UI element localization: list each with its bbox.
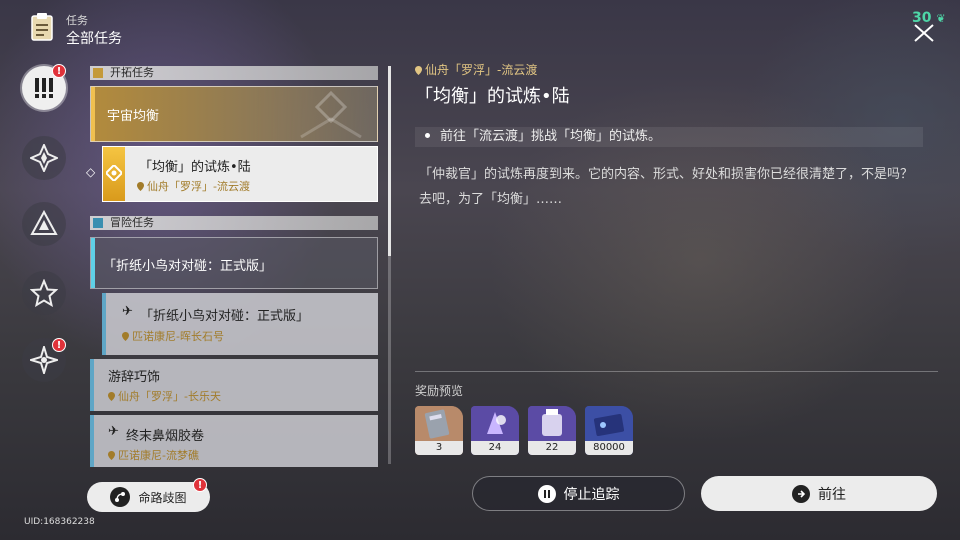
category-all-tab[interactable]: ! bbox=[22, 64, 66, 110]
fate-map-label: 命路歧图 bbox=[138, 490, 187, 505]
quest-title: 「均衡」的试炼•陆 bbox=[139, 160, 251, 175]
paper-bird-icon: ✈ bbox=[108, 424, 119, 439]
location-pin-icon bbox=[122, 332, 129, 341]
purple-crystal-material-icon bbox=[471, 406, 519, 441]
quest-location-label: 仙舟「罗浮」-长乐天 bbox=[118, 390, 221, 403]
go-label: 前往 bbox=[818, 486, 846, 503]
reward-quantity: 3 bbox=[415, 441, 463, 455]
reward-item[interactable]: 3 bbox=[415, 406, 463, 455]
quest-item-final-snuff-film[interactable]: ✈ 终末鼻烟胶卷 匹诺康尼-流梦礁 bbox=[90, 415, 378, 467]
quest-accent-bar bbox=[91, 87, 95, 141]
reward-item[interactable]: 80000 bbox=[585, 406, 633, 455]
purple-ingot-material-icon bbox=[528, 406, 576, 441]
close-icon[interactable] bbox=[912, 24, 936, 42]
detail-description: 「仲裁官」的试炼再度到来。它的内容、形式、好处和损害你已经很清楚了，不是吗？去吧… bbox=[419, 167, 914, 207]
equilibrium-emblem-icon bbox=[300, 90, 362, 139]
reward-item[interactable]: 24 bbox=[471, 406, 519, 455]
trailblaze-section-icon bbox=[93, 68, 103, 78]
objective-text: 前往「流云渡」挑战「均衡」的试炼。 bbox=[440, 129, 662, 144]
trailblaze-compass-icon bbox=[30, 144, 58, 172]
clipboard-icon bbox=[31, 13, 53, 41]
location-pin-icon bbox=[137, 182, 144, 191]
quest-accent-bar bbox=[90, 359, 94, 411]
page-title: 全部任务 bbox=[66, 31, 122, 47]
reward-quantity: 24 bbox=[471, 441, 519, 455]
section-label: 冒险任务 bbox=[110, 216, 154, 229]
uid-label: UID:168362238 bbox=[24, 517, 95, 527]
category-daily-tab[interactable]: ! bbox=[22, 338, 66, 382]
section-label: 开拓任务 bbox=[110, 66, 154, 79]
star-emblem-icon bbox=[30, 279, 58, 307]
quest-location: 仙舟「罗浮」-流云渡 bbox=[137, 178, 250, 194]
divider bbox=[415, 371, 938, 372]
credit-card-icon bbox=[585, 406, 633, 441]
quest-location-label: 匹诺康尼-晖长石号 bbox=[132, 330, 224, 343]
section-header-adventure: 冒险任务 bbox=[90, 216, 378, 230]
exclamation-icon bbox=[35, 78, 53, 98]
trailblaze-exp-material-icon bbox=[415, 406, 463, 441]
quest-item-verbal-ornament[interactable]: 游辞巧饰 仙舟「罗浮」-长乐天 bbox=[90, 359, 378, 411]
header-subtitle: 任务 bbox=[66, 14, 88, 27]
quest-accent-bar bbox=[90, 415, 94, 467]
category-adventure-tab[interactable] bbox=[22, 271, 66, 315]
quest-title: 「折纸小鸟对对碰：正式版」 bbox=[140, 309, 310, 324]
quest-title: 「折纸小鸟对对碰：正式版」 bbox=[103, 259, 273, 274]
stop-tracking-label: 停止追踪 bbox=[563, 486, 620, 503]
paper-bird-icon: ✈ bbox=[122, 304, 133, 319]
reward-quantity: 22 bbox=[528, 441, 576, 455]
reward-item[interactable]: 22 bbox=[528, 406, 576, 455]
quest-item-paper-bird-subquest[interactable]: ✈ 「折纸小鸟对对碰：正式版」 匹诺康尼-晖长石号 bbox=[102, 293, 378, 355]
location-pin-icon bbox=[108, 392, 115, 401]
quest-item-cosmic-equilibrium[interactable]: 宇宙均衡 bbox=[90, 86, 378, 142]
alert-badge: ! bbox=[193, 478, 207, 492]
alert-badge: ! bbox=[52, 338, 66, 352]
detail-objective: 前往「流云渡」挑战「均衡」的试炼。 bbox=[415, 127, 923, 147]
quest-accent-bar bbox=[91, 238, 95, 288]
quest-list-scrollbar-thumb[interactable] bbox=[388, 66, 391, 256]
objective-bullet-icon bbox=[425, 133, 430, 138]
alert-badge: ! bbox=[52, 64, 66, 78]
stop-tracking-button[interactable]: 停止追踪 bbox=[472, 476, 685, 511]
quest-title: 终末鼻烟胶卷 bbox=[126, 429, 205, 444]
quest-item-equilibrium-trial-6[interactable]: 「均衡」的试炼•陆 仙舟「罗浮」-流云渡 bbox=[102, 146, 378, 202]
pause-icon bbox=[537, 484, 556, 503]
detail-location: 仙舟「罗浮」-流云渡 bbox=[415, 61, 537, 78]
quest-title: 宇宙均衡 bbox=[107, 109, 160, 124]
adventure-section-icon bbox=[93, 218, 103, 228]
quest-location-label: 仙舟「罗浮」-流云渡 bbox=[147, 180, 250, 193]
branch-map-icon bbox=[110, 487, 131, 507]
arrow-right-icon bbox=[792, 484, 810, 503]
quest-location: 仙舟「罗浮」-长乐天 bbox=[108, 388, 221, 404]
quest-location: 匹诺康尼-晖长石号 bbox=[122, 328, 224, 344]
quest-title: 游辞巧饰 bbox=[108, 370, 161, 385]
location-pin-icon bbox=[108, 451, 115, 460]
detail-title: 「均衡」的试炼•陆 bbox=[415, 86, 570, 107]
reward-quantity: 80000 bbox=[585, 441, 633, 455]
quest-location: 匹诺康尼-流梦礁 bbox=[108, 447, 199, 463]
selected-quest-pointer-icon: ◇ bbox=[86, 165, 96, 179]
category-trailblaze-tab[interactable] bbox=[22, 136, 66, 180]
fate-map-button[interactable]: 命路歧图 ! bbox=[87, 478, 210, 512]
quest-location-label: 匹诺康尼-流梦礁 bbox=[118, 449, 199, 462]
quest-item-paper-bird-official[interactable]: 「折纸小鸟对对碰：正式版」 bbox=[90, 237, 378, 289]
section-header-trailblaze: 开拓任务 bbox=[90, 66, 378, 80]
location-pin-icon bbox=[415, 66, 422, 75]
trailblaze-quest-icon bbox=[106, 165, 122, 181]
detail-location-label: 仙舟「罗浮」-流云渡 bbox=[425, 63, 538, 77]
category-companion-tab[interactable] bbox=[22, 202, 66, 246]
quest-accent-bar bbox=[102, 293, 106, 355]
go-button[interactable]: 前往 bbox=[701, 476, 937, 511]
reward-preview-label: 奖励预览 bbox=[415, 384, 464, 398]
leaf-icon: ❦ bbox=[936, 12, 946, 25]
triangle-emblem-icon bbox=[30, 210, 58, 235]
